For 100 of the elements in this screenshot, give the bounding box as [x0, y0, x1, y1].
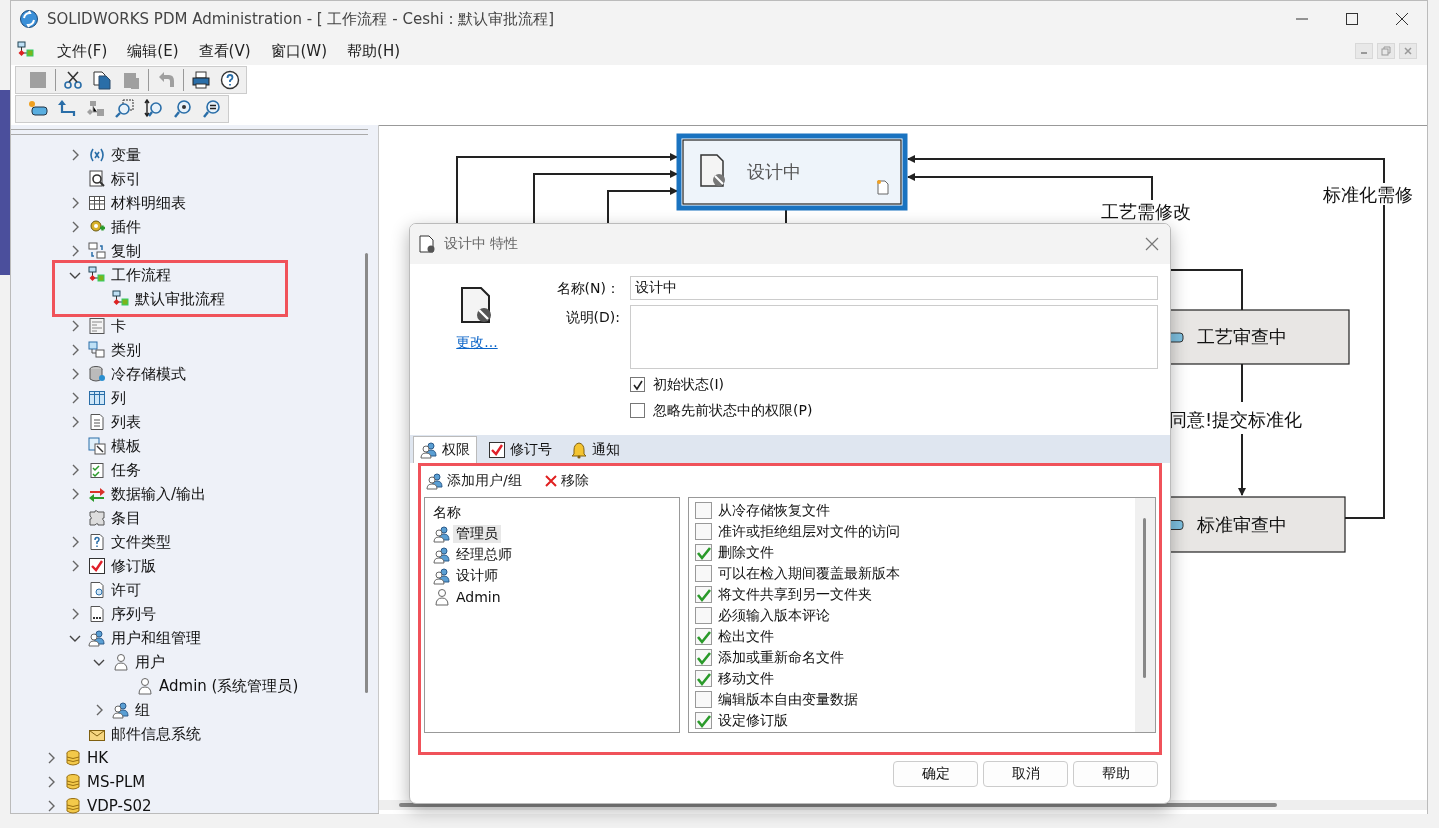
- tree-item[interactable]: 标引: [111, 169, 141, 189]
- checkbox[interactable]: [695, 691, 712, 708]
- exchange-icon: [88, 485, 106, 503]
- new-state-icon: [28, 99, 48, 119]
- checkbox[interactable]: [695, 586, 712, 603]
- tree-item[interactable]: 变量: [111, 145, 141, 165]
- tree-item[interactable]: 用户和组管理: [111, 628, 201, 648]
- tree-item[interactable]: 卡: [111, 316, 126, 336]
- checkbox[interactable]: [695, 649, 712, 666]
- checkbox[interactable]: [695, 544, 712, 561]
- maximize-icon[interactable]: [1345, 12, 1359, 26]
- tree-item[interactable]: 任务: [111, 460, 141, 480]
- tree-item[interactable]: 组: [135, 700, 150, 720]
- tab[interactable]: 权限: [413, 436, 477, 463]
- list-item[interactable]: 经理总师: [453, 545, 515, 564]
- list-item[interactable]: Admin: [453, 588, 504, 605]
- app-logo-icon: [19, 9, 39, 29]
- checkbox-label: 从冷存储恢复文件: [718, 501, 830, 520]
- scrollbar[interactable]: [365, 253, 368, 693]
- checkbox[interactable]: [695, 502, 712, 519]
- tree-item[interactable]: 数据输入/输出: [111, 484, 207, 504]
- tree-item[interactable]: 列表: [111, 412, 141, 432]
- tree-item[interactable]: 冷存储模式: [111, 364, 186, 384]
- checkbox[interactable]: [695, 628, 712, 645]
- zoom-area-icon: [115, 99, 135, 119]
- cross-icon: [543, 474, 558, 488]
- dialog-button[interactable]: 帮助: [1073, 761, 1158, 787]
- table-icon: [88, 194, 106, 212]
- tree-item[interactable]: 模板: [111, 436, 141, 456]
- remove-button[interactable]: 移除: [543, 472, 589, 490]
- magnifier-icon: [88, 170, 106, 188]
- tree-item[interactable]: 用户: [135, 652, 165, 672]
- list-item[interactable]: 设计师: [453, 566, 501, 585]
- transition-label: 工艺需修改: [1101, 201, 1191, 222]
- field-label: 名称(N)：: [555, 279, 620, 298]
- scissors-icon: [63, 70, 83, 90]
- checkbox[interactable]: [695, 523, 712, 540]
- name-field[interactable]: 设计中: [630, 276, 1158, 300]
- tree-item[interactable]: 类别: [111, 340, 141, 360]
- paste-icon: [121, 70, 141, 90]
- checkbox-label: 将文件共享到另一文件夹: [718, 585, 872, 604]
- workflow-state-node[interactable]: 设计中: [676, 133, 908, 211]
- tree-item[interactable]: 插件: [111, 217, 141, 237]
- tree-item[interactable]: 许可: [111, 580, 141, 600]
- users-icon: [426, 472, 444, 490]
- list-item[interactable]: 管理员: [453, 524, 501, 543]
- tree-item[interactable]: HK: [87, 749, 109, 767]
- users-icon: [433, 566, 451, 585]
- tree-item[interactable]: 列: [111, 388, 126, 408]
- tree-item[interactable]: 文件类型: [111, 532, 171, 552]
- category-icon: [88, 341, 106, 359]
- toolbar-button[interactable]: [218, 68, 242, 92]
- add-user-button[interactable]: 添加用户/组: [426, 472, 522, 490]
- scrollbar[interactable]: [1135, 498, 1155, 732]
- tree-item[interactable]: 复制: [111, 241, 141, 261]
- close-icon[interactable]: [1395, 12, 1409, 26]
- help-icon: [220, 70, 240, 90]
- checkbox[interactable]: [695, 565, 712, 582]
- tree-item[interactable]: Admin (系统管理员): [159, 676, 299, 696]
- close-icon: [1403, 46, 1413, 56]
- tree-item[interactable]: 材料明细表: [111, 193, 186, 213]
- toolbar-button[interactable]: [189, 68, 213, 92]
- checkbox[interactable]: [695, 712, 712, 729]
- dialog-button[interactable]: 确定: [893, 761, 978, 787]
- menu-item[interactable]: 窗口(W): [270, 41, 328, 61]
- checkbox-label: 编辑版本自由变量数据: [718, 690, 858, 709]
- change-icon-link[interactable]: 更改...: [456, 334, 498, 352]
- checkbox-icon: [488, 441, 506, 459]
- checkbox[interactable]: [695, 670, 712, 687]
- checkbox[interactable]: [695, 607, 712, 624]
- database-icon: [64, 773, 82, 791]
- menu-item[interactable]: 查看(V): [198, 41, 251, 61]
- tree-item[interactable]: MS-PLM: [87, 773, 146, 791]
- tree-item[interactable]: 修订版: [111, 556, 156, 576]
- tab[interactable]: 通知: [563, 436, 627, 463]
- menu-item[interactable]: 编辑(E): [127, 41, 179, 61]
- flow-layout-icon: [86, 99, 106, 119]
- tree-item[interactable]: 条目: [111, 508, 141, 528]
- tab[interactable]: 修订号: [481, 436, 559, 463]
- toolbar-button[interactable]: [90, 68, 114, 92]
- tree-item[interactable]: 工作流程: [111, 265, 171, 285]
- checkbox[interactable]: [630, 403, 645, 418]
- menu-item[interactable]: 文件(F): [57, 41, 108, 61]
- tree-item[interactable]: 邮件信息系统: [111, 724, 201, 744]
- checkmark-icon: [631, 378, 644, 391]
- list-icon: [88, 413, 106, 431]
- variable-icon: [88, 146, 106, 164]
- menu-item[interactable]: 帮助(H): [347, 41, 401, 61]
- users-icon: [112, 701, 130, 719]
- user-icon: [112, 653, 130, 671]
- dialog-title: 设计中 特性: [444, 235, 520, 253]
- database-icon: [64, 797, 82, 815]
- checkbox-label: 删除文件: [718, 543, 774, 562]
- checkbox[interactable]: [630, 377, 645, 392]
- tree-item[interactable]: 默认审批流程: [135, 289, 225, 309]
- tree-item[interactable]: 序列号: [111, 604, 156, 624]
- dialog-button[interactable]: 取消: [983, 761, 1068, 787]
- description-field[interactable]: [630, 305, 1158, 369]
- tree-item[interactable]: VDP-S02: [87, 797, 152, 815]
- save-icon: [28, 70, 48, 90]
